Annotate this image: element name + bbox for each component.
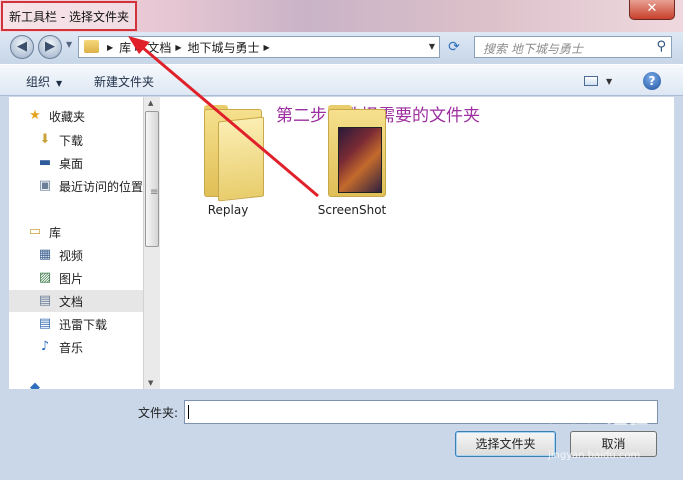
video-icon: ▦ [38,247,52,262]
select-folder-button[interactable]: 选择文件夹 [455,431,556,457]
breadcrumb-arrow-icon[interactable]: ▶ [107,43,113,52]
grip-icon: ≡ [150,187,159,198]
navigation-pane: ★ 收藏夹 ⬇ 下载 ▬ 桌面 ▣ 最近访问的位置 ▭ 库 ▦ 视频 ▨ 图片 … [9,97,143,389]
watermark-url: jingyan.baidu.com [548,450,641,461]
navigation-bar: ◀ ▶ ▼ ▶ 库 ▶ 文档 ▶ 地下城与勇士 ▶ ▼ ⟳ 搜索 地下城与勇士 … [0,32,683,60]
folder-icon [84,40,99,53]
back-button[interactable]: ◀ [10,35,34,59]
pictures-icon: ▨ [38,270,52,285]
address-dropdown-icon[interactable]: ▼ [429,42,435,51]
title-bar: 新工具栏 - 选择文件夹 ✕ [0,0,683,32]
scroll-up-icon[interactable]: ▲ [148,99,153,107]
sidebar-item-music[interactable]: ♪ 音乐 [37,336,143,358]
forward-button[interactable]: ▶ [38,35,62,59]
chevron-down-icon: ▼ [56,79,63,88]
view-dropdown-icon[interactable]: ▼ [606,77,612,86]
breadcrumb-arrow-icon[interactable]: ▶ [135,43,141,52]
sidebar-item-downloads[interactable]: ⬇ 下载 [37,129,143,151]
view-options-icon[interactable] [584,76,598,86]
breadcrumb-documents[interactable]: 文档 ▶ [147,39,187,56]
sidebar-item-desktop[interactable]: ▬ 桌面 [37,152,143,174]
desktop-icon: ▬ [38,155,52,170]
folder-item-replay[interactable]: Replay [178,105,278,220]
scrollbar-thumb[interactable]: ≡ [145,111,159,247]
file-list: 第二步：选择需要的文件夹 Replay ScreenShot [160,97,674,389]
recent-places-icon: ▣ [38,178,52,193]
text-cursor [188,405,189,419]
sidebar-item-pictures[interactable]: ▨ 图片 [37,267,143,289]
scroll-down-icon[interactable]: ▼ [148,379,153,387]
baidu-watermark: Baidu 经验 [530,404,650,428]
sidebar-item-partial[interactable]: ◆ [27,377,143,390]
sidebar-scrollbar[interactable]: ▲ ≡ ▼ [143,97,160,389]
organize-button[interactable]: 组织 ▼ [26,73,62,90]
search-input[interactable]: 搜索 地下城与勇士 [483,40,583,57]
partial-item-icon: ◆ [30,380,40,390]
refresh-icon[interactable]: ⟳ [443,38,465,58]
documents-icon: ▤ [38,293,52,308]
star-icon: ★ [29,108,41,123]
close-button[interactable]: ✕ [629,0,675,20]
folder-item-screenshot[interactable]: ScreenShot [302,105,402,220]
download-folder-icon: ⬇ [39,132,51,147]
sidebar-item-favorites[interactable]: ★ 收藏夹 [27,105,143,127]
new-folder-button[interactable]: 新建文件夹 [94,73,154,90]
breadcrumb-arrow-icon[interactable]: ▶ [175,43,181,52]
sidebar-item-video[interactable]: ▦ 视频 [37,244,143,266]
breadcrumb-arrow-icon[interactable]: ▶ [264,43,270,52]
sidebar-item-recent-places[interactable]: ▣ 最近访问的位置 [37,175,143,197]
address-bar[interactable]: ▶ 库 ▶ 文档 ▶ 地下城与勇士 ▶ ▼ [78,36,440,58]
search-icon[interactable]: ⚲ [656,39,666,54]
breadcrumb-current-folder[interactable]: 地下城与勇士 ▶ [188,39,276,56]
help-icon[interactable]: ? [643,72,661,90]
sidebar-item-xunlei-download[interactable]: ▤ 迅雷下载 [37,313,143,335]
sidebar-item-libraries[interactable]: ▭ 库 [27,221,143,243]
folder-field-label: 文件夹: [138,406,179,420]
sidebar-item-documents[interactable]: ▤ 文档 [9,290,143,312]
library-icon: ▭ [28,224,42,239]
window-title: 新工具栏 - 选择文件夹 [1,1,137,31]
recent-pages-dropdown-icon[interactable]: ▼ [66,40,72,49]
xunlei-download-icon: ▤ [38,316,52,331]
music-icon: ♪ [40,339,50,354]
folder-thumbnail [338,127,382,193]
command-toolbar: 组织 ▼ 新建文件夹 ▼ ? [0,64,683,96]
folder-name: ScreenShot [317,203,387,217]
search-box[interactable]: 搜索 地下城与勇士 ⚲ [474,36,672,58]
breadcrumb-library[interactable]: 库 ▶ [119,39,147,56]
folder-name: Replay [207,203,249,217]
